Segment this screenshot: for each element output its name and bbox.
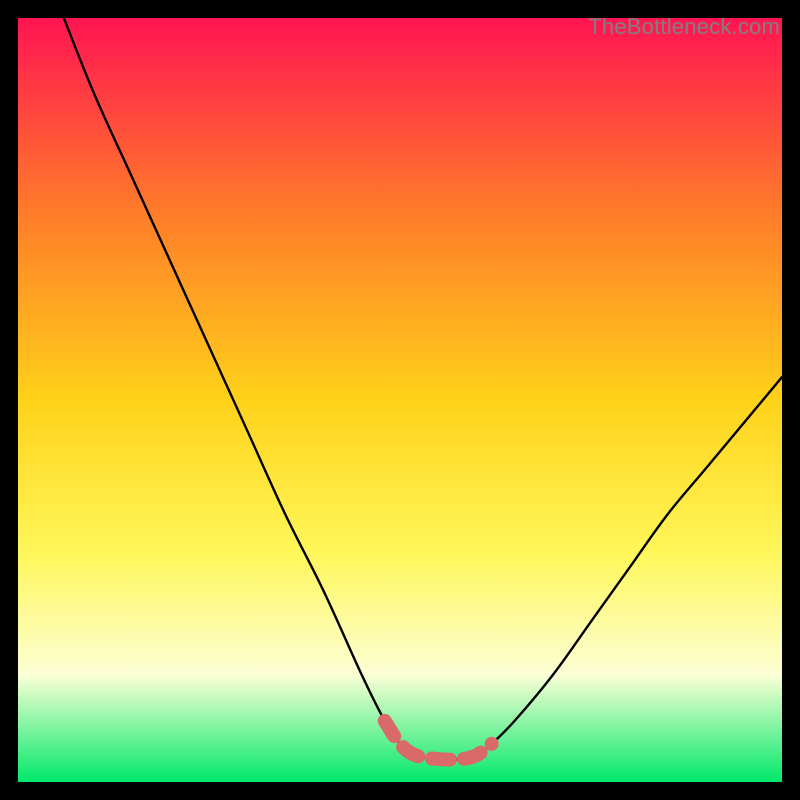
attribution-text: TheBottleneck.com: [588, 14, 780, 40]
gradient-background: [18, 18, 782, 782]
chart-frame: TheBottleneck.com: [18, 18, 782, 782]
bottleneck-chart: [18, 18, 782, 782]
